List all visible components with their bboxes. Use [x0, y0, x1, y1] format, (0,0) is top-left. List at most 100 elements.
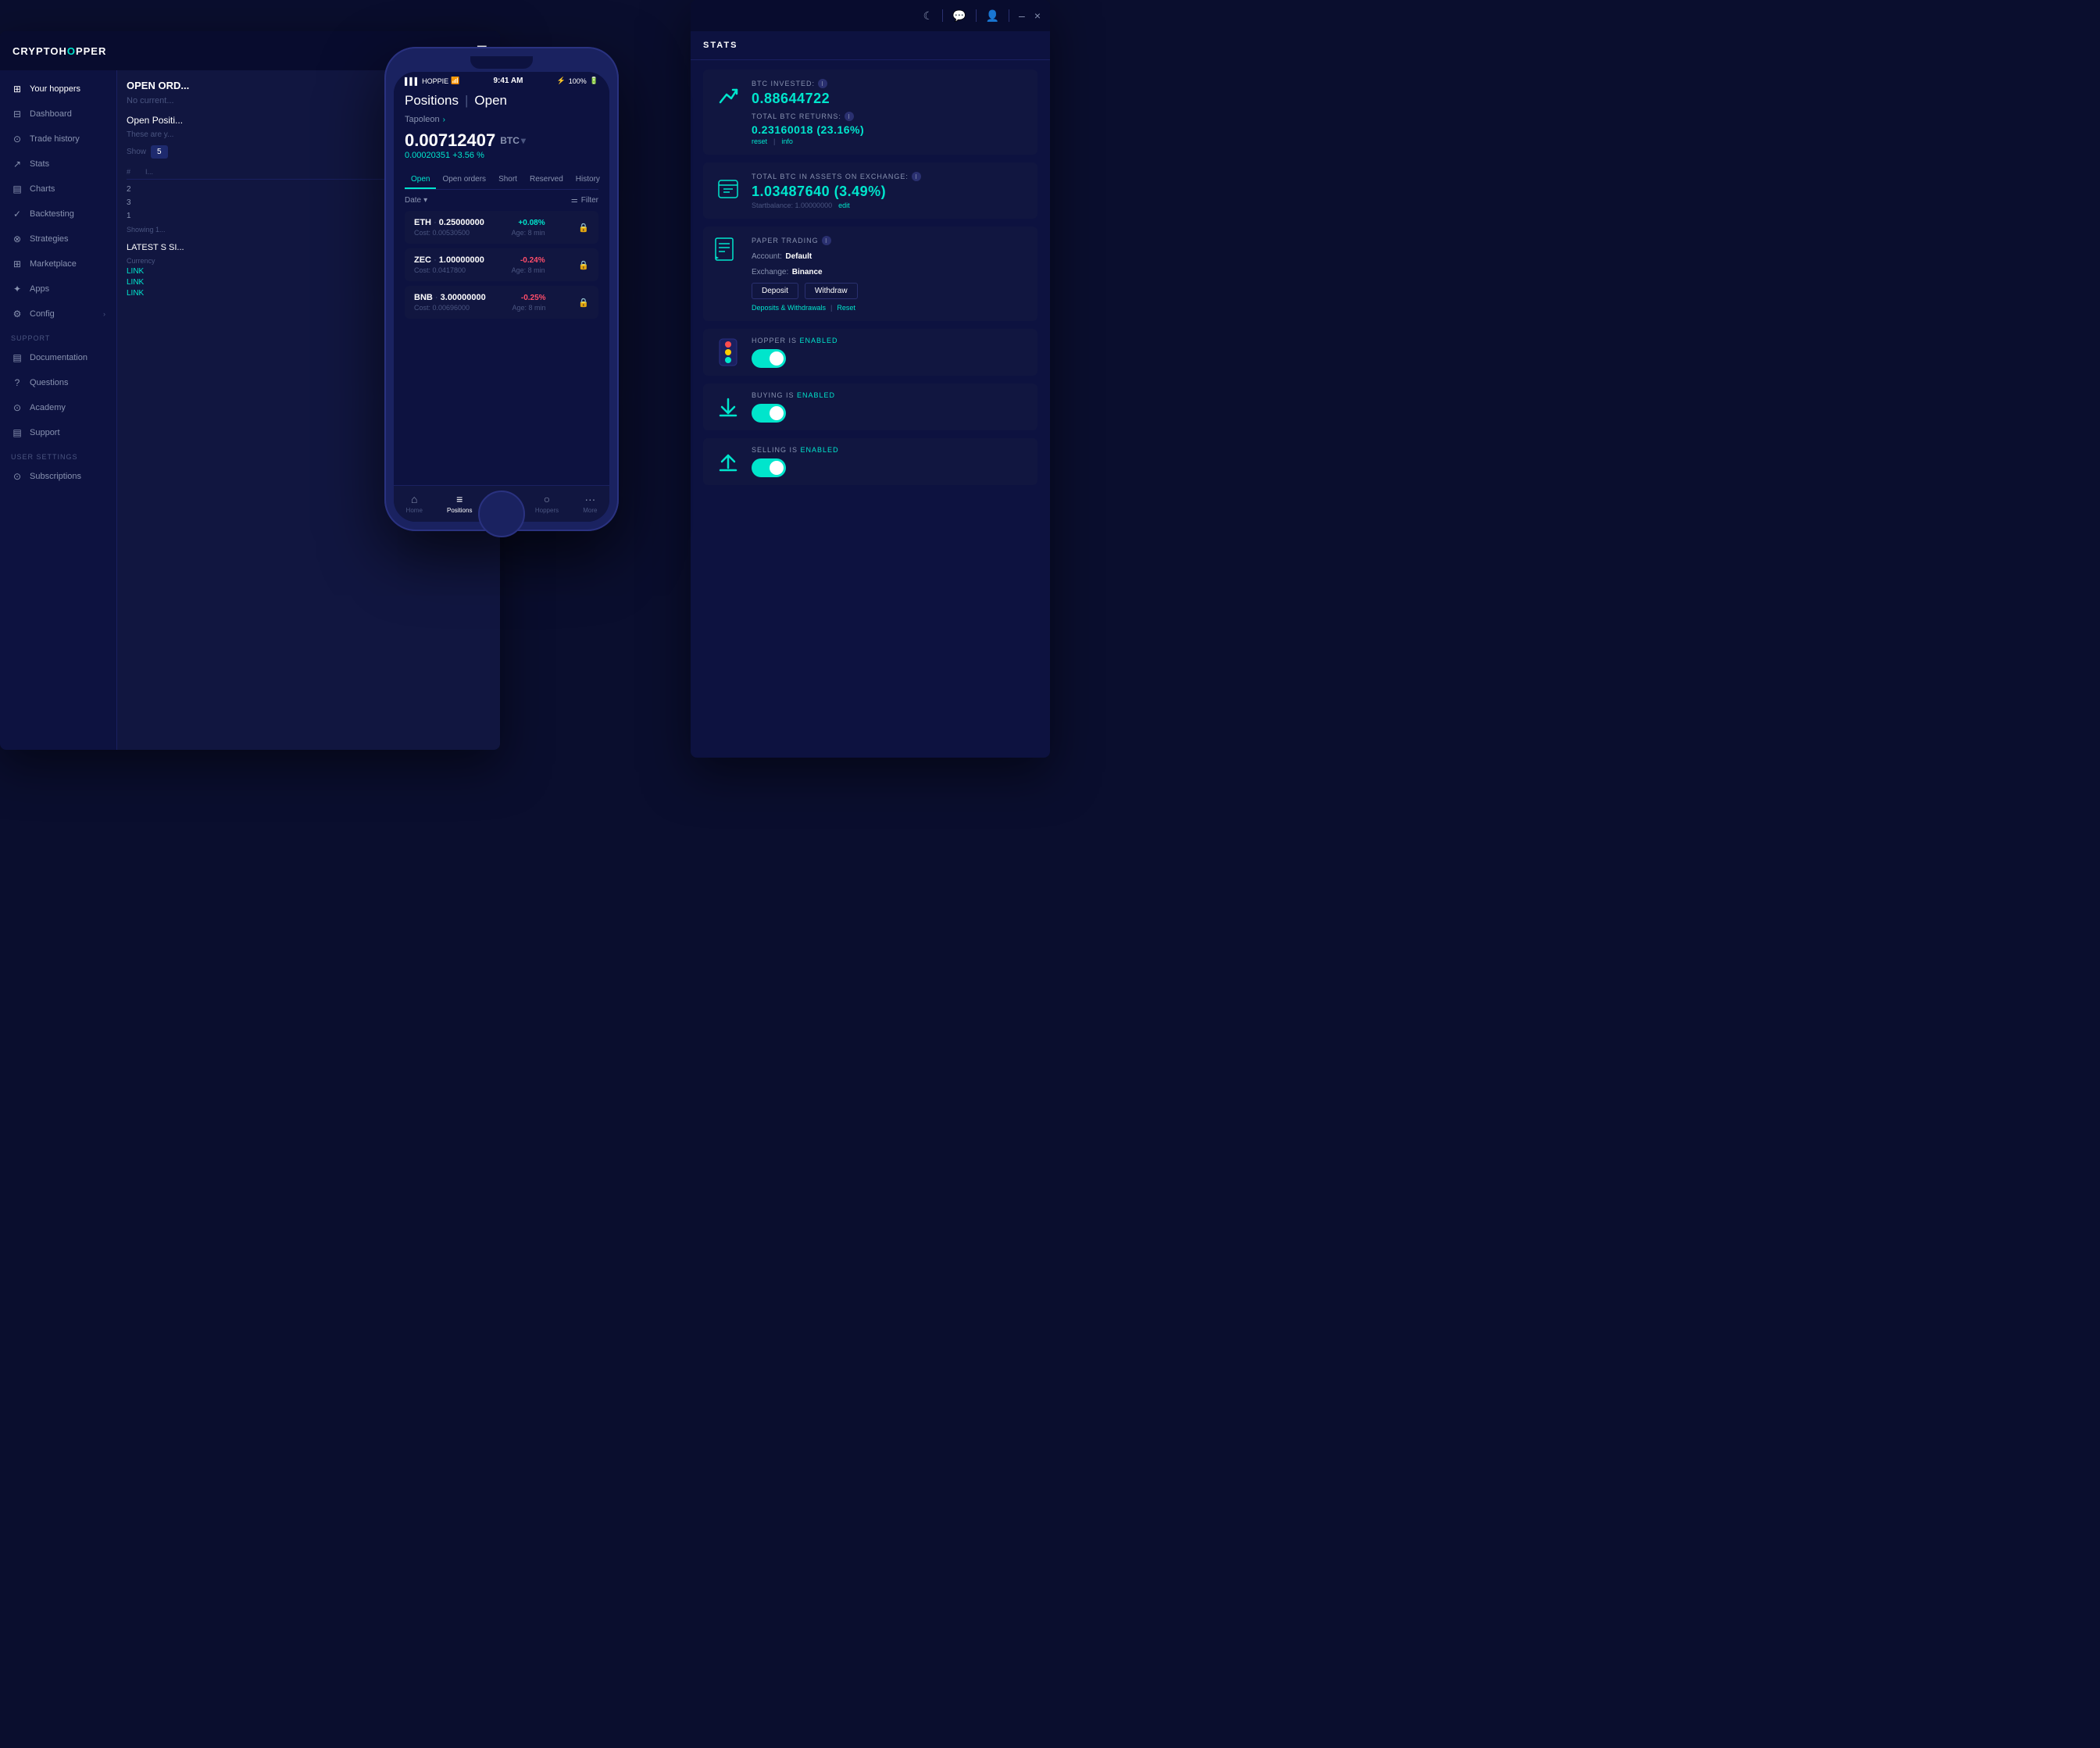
separator: | [830, 304, 832, 312]
pos-change: +0.08% Age: 8 min [512, 219, 545, 237]
deposits-withdrawals-link[interactable]: Deposits & Withdrawals [752, 304, 826, 312]
hopper-toggle-switch[interactable] [752, 349, 786, 368]
close-button[interactable]: × [1034, 9, 1041, 22]
sidebar-item-subscriptions[interactable]: ⊙ Subscriptions [0, 464, 116, 489]
position-item-zec[interactable]: ZEC · 1.00000000 Cost: 0.0417800 -0.24% … [405, 248, 598, 281]
selling-toggle-switch[interactable] [752, 458, 786, 477]
phone-page-title: Positions | Open [405, 93, 598, 109]
backtesting-icon: ✓ [11, 209, 23, 219]
withdraw-button[interactable]: Withdraw [805, 283, 858, 299]
sidebar-item-stats[interactable]: ↗ Stats [0, 152, 116, 177]
sidebar-item-questions[interactable]: ? Questions [0, 370, 116, 395]
sidebar-item-backtesting[interactable]: ✓ Backtesting [0, 202, 116, 227]
tab-history[interactable]: History [570, 171, 606, 189]
sidebar-item-trade-history[interactable]: ⊙ Trade history [0, 127, 116, 152]
info-icon: i [845, 112, 854, 121]
pos-cost: Cost: 0.00696000 [414, 304, 486, 312]
sidebar-item-strategies[interactable]: ⊗ Strategies [0, 227, 116, 251]
reset-link[interactable]: Reset [837, 304, 855, 312]
tab-short[interactable]: Short [492, 171, 523, 189]
nav-item-hoppers[interactable]: ○ Hoppers [535, 493, 559, 514]
questions-icon: ? [11, 377, 23, 388]
position-item-eth[interactable]: ETH · 0.25000000 Cost: 0.00530500 +0.08%… [405, 211, 598, 244]
stat-actions: reset | info [752, 137, 1027, 145]
sidebar-label: Apps [30, 284, 49, 294]
stats-topbar: ☾ 💬 👤 – × [691, 0, 1050, 31]
sidebar-item-support[interactable]: ▤ Support [0, 420, 116, 445]
sidebar-item-marketplace[interactable]: ⊞ Marketplace [0, 251, 116, 276]
user-icon[interactable]: 👤 [986, 9, 999, 23]
moon-icon[interactable]: ☾ [923, 9, 934, 23]
phone-balance: 0.00712407 BTC ▾ 0.00020351 +3.56 % [405, 130, 598, 168]
tab-reserved[interactable]: Reserved [523, 171, 570, 189]
position-item-bnb[interactable]: BNB · 3.00000000 Cost: 0.00696000 -0.25%… [405, 286, 598, 319]
filter-button[interactable]: ⚌ Filter [571, 196, 598, 205]
nav-label: Hoppers [535, 507, 559, 514]
chevron-right-icon: › [443, 116, 445, 124]
status-time: 9:41 AM [493, 77, 523, 85]
nav-item-more[interactable]: ··· More [583, 493, 597, 514]
btc-invested-value: 0.88644722 [752, 91, 1027, 107]
edit-link[interactable]: edit [838, 202, 850, 209]
chevron-down-icon: ▾ [521, 135, 526, 146]
row-num: 2 [127, 185, 142, 194]
chat-icon[interactable]: 💬 [952, 9, 966, 23]
sidebar-label: Questions [30, 378, 69, 387]
sidebar-item-documentation[interactable]: ▤ Documentation [0, 345, 116, 370]
nav-label: More [583, 507, 597, 514]
phone-status-bar: ▌▌▌ HOPPIE 📶 9:41 AM ⚡ 100% 🔋 [394, 72, 609, 87]
hopper-name[interactable]: Tapoleon › [405, 115, 598, 124]
home-icon: ⌂ [411, 493, 417, 505]
sidebar-item-academy[interactable]: ⊙ Academy [0, 395, 116, 420]
sidebar-label: Trade history [30, 134, 80, 144]
filter-row: Date ▾ ⚌ Filter [405, 196, 598, 205]
deposit-button[interactable]: Deposit [752, 283, 798, 299]
phone-home-button[interactable] [478, 491, 525, 537]
selling-enabled-label: SELLING IS ENABLED [752, 446, 1027, 454]
stats-icon: ↗ [11, 159, 23, 169]
sidebar-item-apps[interactable]: ✦ Apps [0, 276, 116, 301]
hopper-toggle-content: HOPPER IS ENABLED [752, 337, 1027, 368]
tab-open[interactable]: Open [405, 171, 436, 189]
phone-wrapper: ▌▌▌ HOPPIE 📶 9:41 AM ⚡ 100% 🔋 Positions … [384, 47, 619, 531]
pos-change-value: -0.25% [521, 294, 546, 302]
nav-label: Home [406, 507, 423, 514]
info-link[interactable]: info [781, 137, 793, 145]
sidebar-item-config[interactable]: ⚙ Config › [0, 301, 116, 326]
charts-icon: ▤ [11, 184, 23, 194]
pos-symbol: ETH · 0.25000000 [414, 218, 484, 227]
sidebar-item-dashboard[interactable]: ⊟ Dashboard [0, 102, 116, 127]
filter-icon: ⚌ [571, 196, 578, 205]
sidebar-item-charts[interactable]: ▤ Charts [0, 177, 116, 202]
sidebar-label: Stats [30, 159, 49, 169]
balance-change: 0.00020351 +3.56 % [405, 151, 598, 160]
pos-age: Age: 8 min [512, 304, 546, 312]
stats-title: STATS [703, 41, 1038, 50]
sidebar-label: Subscriptions [30, 472, 81, 481]
pos-symbol: ZEC · 1.00000000 [414, 255, 484, 265]
phone-notch [470, 56, 533, 69]
reset-link[interactable]: reset [752, 137, 767, 145]
buying-enabled-label: BUYING IS ENABLED [752, 391, 1027, 399]
row-data [145, 185, 316, 194]
sidebar-label: Strategies [30, 234, 69, 244]
show-button[interactable]: 5 [151, 145, 168, 159]
marketplace-icon: ⊞ [11, 259, 23, 269]
trend-up-icon [714, 82, 742, 110]
nav-item-home[interactable]: ⌂ Home [406, 493, 423, 514]
total-returns-value: 0.23160018 (23.16%) [752, 123, 1027, 136]
tab-open-orders[interactable]: Open orders [436, 171, 492, 189]
date-filter[interactable]: Date ▾ [405, 196, 427, 205]
nav-item-positions[interactable]: ≡ Positions [447, 493, 472, 514]
sidebar-item-your-hoppers[interactable]: ⊞ Your hoppers [0, 77, 116, 102]
paper-links: Deposits & Withdrawals | Reset [752, 304, 1027, 312]
buying-toggle-switch[interactable] [752, 404, 786, 423]
paper-trading-card: PAPER TRADING i Account: Default Exchang… [703, 227, 1038, 321]
minimize-button[interactable]: – [1019, 9, 1025, 22]
pos-age: Age: 8 min [512, 229, 545, 237]
total-btc-value: 1.03487640 (3.49%) [752, 184, 1027, 200]
exchange-row: Exchange: Binance [752, 264, 1027, 278]
btc-invested-card: BTC INVESTED: i 0.88644722 TOTAL BTC RET… [703, 70, 1038, 155]
battery-icon: 🔋 [590, 77, 598, 85]
buying-enabled-card: BUYING IS ENABLED [703, 383, 1038, 430]
